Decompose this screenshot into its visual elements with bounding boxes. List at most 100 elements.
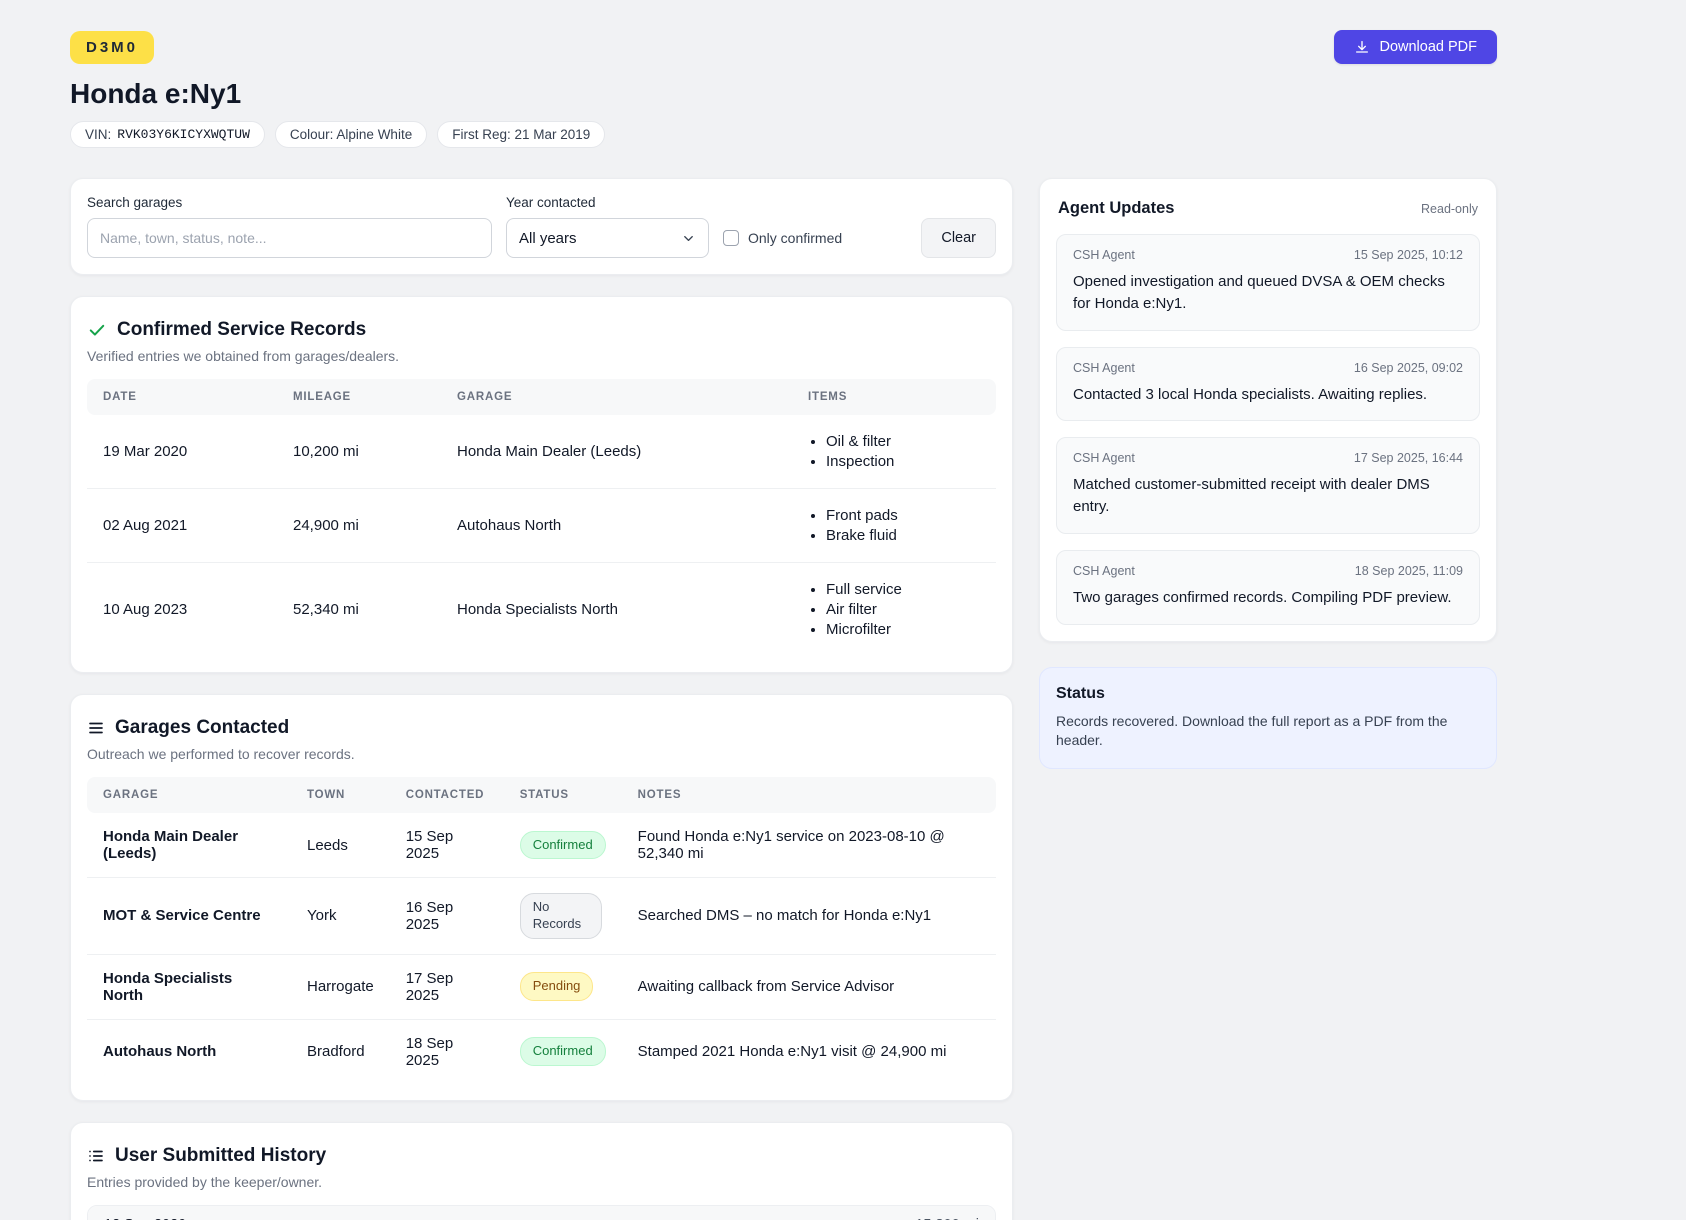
first-reg-chip: First Reg: 21 Mar 2019 (437, 121, 605, 148)
checkbox-box[interactable] (723, 230, 739, 246)
col-contacted: Contacted (390, 777, 504, 813)
garage-notes: Found Honda e:Ny1 service on 2023-08-10 … (622, 813, 996, 878)
agent-name: CSH Agent (1073, 361, 1135, 375)
col-town: Town (291, 777, 390, 813)
status-badge: Confirmed (520, 831, 606, 860)
list-icon (87, 1147, 105, 1165)
user-history-subtitle: Entries provided by the keeper/owner. (87, 1174, 996, 1190)
agent-updates-title: Agent Updates (1058, 199, 1174, 218)
vin-value: RVK03Y6KICYXWQTUW (117, 127, 250, 142)
record-garage: Honda Specialists North (441, 563, 792, 657)
colour-chip: Colour: Alpine White (275, 121, 427, 148)
record-item: Oil & filter (826, 433, 980, 450)
demo-badge: D3M0 (70, 31, 154, 64)
vin-label: VIN: (85, 127, 111, 142)
year-field: Year contacted All years (506, 195, 709, 258)
agent-timestamp: 16 Sep 2025, 09:02 (1354, 361, 1463, 375)
service-record-row: 02 Aug 2021 24,900 mi Autohaus North Fro… (87, 489, 996, 563)
agent-message: Opened investigation and queued DVSA & O… (1073, 271, 1463, 315)
year-contacted-select[interactable]: All years (506, 218, 709, 258)
status-message: Records recovered. Download the full rep… (1056, 712, 1480, 751)
record-item: Front pads (826, 507, 980, 524)
menu-lines-icon (87, 719, 105, 737)
garage-town: York (291, 878, 390, 955)
col-notes: Notes (622, 777, 996, 813)
garage-notes: Stamped 2021 Honda e:Ny1 visit @ 24,900 … (622, 1019, 996, 1084)
search-garages-label: Search garages (87, 195, 492, 210)
service-record-row: 10 Aug 2023 52,340 mi Honda Specialists … (87, 563, 996, 657)
agent-updates-card: Agent Updates Read-only CSH Agent 15 Sep… (1039, 178, 1497, 642)
garage-town: Leeds (291, 813, 390, 878)
record-items: Oil & filter Inspection (808, 433, 980, 470)
garages-contacted-title: Garages Contacted (115, 717, 289, 739)
record-mileage: 52,340 mi (277, 563, 441, 657)
record-garage: Honda Main Dealer (Leeds) (441, 415, 792, 489)
agent-name: CSH Agent (1073, 564, 1135, 578)
user-history-card: User Submitted History Entries provided … (70, 1122, 1013, 1220)
agent-update-item: CSH Agent 16 Sep 2025, 09:02 Contacted 3… (1056, 347, 1480, 422)
download-pdf-button[interactable]: Download PDF (1334, 30, 1497, 64)
garage-row: Autohaus North Bradford 18 Sep 2025 Conf… (87, 1019, 996, 1084)
history-entry: 12 Sep 2020 15,800 mi Oil & filter at ho… (87, 1205, 996, 1220)
agent-name: CSH Agent (1073, 248, 1135, 262)
top-bar: D3M0 Download PDF (70, 30, 1497, 64)
confirmed-records-card: Confirmed Service Records Verified entri… (70, 296, 1013, 673)
record-item: Air filter (826, 601, 980, 618)
status-badge: Pending (520, 972, 594, 1001)
col-items: Items (792, 379, 996, 415)
agent-name: CSH Agent (1073, 451, 1135, 465)
agent-message: Contacted 3 local Honda specialists. Awa… (1073, 384, 1463, 406)
record-item: Brake fluid (826, 527, 980, 544)
garage-contacted: 18 Sep 2025 (390, 1019, 504, 1084)
record-date: 10 Aug 2023 (87, 563, 277, 657)
col-garage: Garage (441, 379, 792, 415)
confirmed-records-title: Confirmed Service Records (117, 319, 366, 341)
col-garage: Garage (87, 777, 291, 813)
garage-name: Honda Specialists North (87, 954, 291, 1019)
garage-name: Autohaus North (87, 1019, 291, 1084)
chevron-down-icon (681, 231, 696, 246)
status-title: Status (1056, 685, 1480, 703)
agent-update-item: CSH Agent 15 Sep 2025, 10:12 Opened inve… (1056, 234, 1480, 331)
record-date: 02 Aug 2021 (87, 489, 277, 563)
agent-message: Two garages confirmed records. Compiling… (1073, 587, 1463, 609)
garage-row: Honda Specialists North Harrogate 17 Sep… (87, 954, 996, 1019)
record-item: Full service (826, 581, 980, 598)
year-contacted-label: Year contacted (506, 195, 709, 210)
only-confirmed-checkbox[interactable]: Only confirmed (723, 218, 842, 258)
garage-town: Harrogate (291, 954, 390, 1019)
readonly-label: Read-only (1421, 202, 1478, 216)
garage-name: MOT & Service Centre (87, 878, 291, 955)
confirmed-records-subtitle: Verified entries we obtained from garage… (87, 348, 996, 364)
only-confirmed-label: Only confirmed (748, 230, 842, 246)
garage-contacted: 17 Sep 2025 (390, 954, 504, 1019)
check-icon (87, 320, 107, 340)
status-badge: No Records (520, 893, 602, 939)
user-history-title: User Submitted History (115, 1145, 326, 1167)
garage-notes: Awaiting callback from Service Advisor (622, 954, 996, 1019)
download-pdf-label: Download PDF (1379, 39, 1477, 55)
page-title: Honda e:Ny1 (70, 78, 1497, 110)
search-garages-input[interactable] (87, 218, 492, 258)
page-container: D3M0 Download PDF Honda e:Ny1 VIN: RVK03… (70, 0, 1497, 1220)
garage-row: Honda Main Dealer (Leeds) Leeds 15 Sep 2… (87, 813, 996, 878)
garages-contacted-table: Garage Town Contacted Status Notes Honda… (87, 777, 996, 1084)
agent-update-item: CSH Agent 17 Sep 2025, 16:44 Matched cus… (1056, 437, 1480, 534)
record-mileage: 24,900 mi (277, 489, 441, 563)
vin-chip: VIN: RVK03Y6KICYXWQTUW (70, 121, 265, 148)
record-date: 19 Mar 2020 (87, 415, 277, 489)
confirmed-records-table: Date Mileage Garage Items 19 Mar 2020 10… (87, 379, 996, 656)
record-item: Inspection (826, 453, 980, 470)
garage-contacted: 16 Sep 2025 (390, 878, 504, 955)
status-panel: Status Records recovered. Download the f… (1039, 667, 1497, 769)
col-mileage: Mileage (277, 379, 441, 415)
garages-contacted-subtitle: Outreach we performed to recover records… (87, 746, 996, 762)
garage-name: Honda Main Dealer (Leeds) (87, 813, 291, 878)
garage-row: MOT & Service Centre York 16 Sep 2025 No… (87, 878, 996, 955)
garage-town: Bradford (291, 1019, 390, 1084)
service-record-row: 19 Mar 2020 10,200 mi Honda Main Dealer … (87, 415, 996, 489)
record-items: Full serviceAir filterMicrofilter (808, 581, 980, 638)
vehicle-chips: VIN: RVK03Y6KICYXWQTUW Colour: Alpine Wh… (70, 121, 1497, 148)
download-icon (1354, 39, 1370, 55)
clear-button[interactable]: Clear (921, 218, 996, 258)
